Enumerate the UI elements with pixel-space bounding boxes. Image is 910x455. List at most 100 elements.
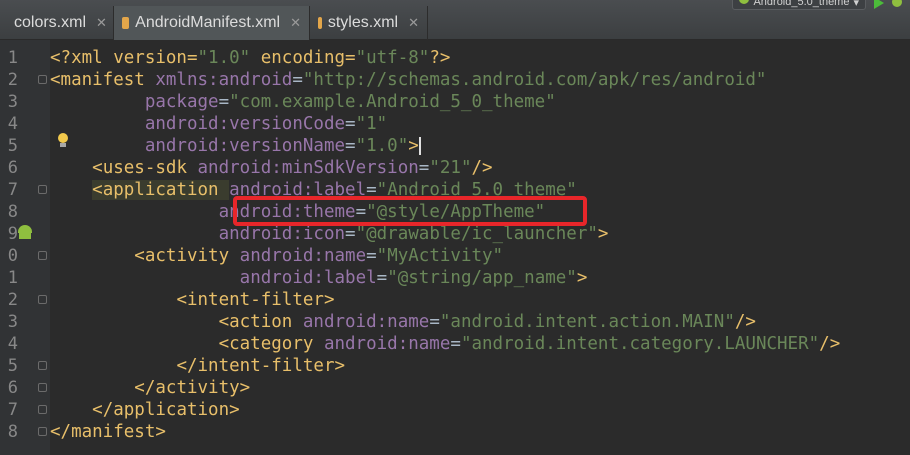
code-token: <uses-sdk <box>92 158 198 178</box>
code-line: </manifest> <box>50 421 910 443</box>
code-line: <uses-sdk android:minSdkVersion="21"/> <box>50 157 910 179</box>
run-toolbar: Android_5.0_theme ▾ <box>732 0 910 10</box>
line-number: 2 <box>7 290 18 310</box>
android-icon <box>739 0 750 4</box>
xml-file-icon <box>318 17 322 29</box>
code-token: android <box>218 70 293 90</box>
line-number: 8 <box>7 202 18 222</box>
code-token: "utf-8" <box>355 48 430 68</box>
code-token: :versionCode <box>218 114 346 134</box>
fold-marker-icon[interactable] <box>38 295 47 304</box>
code-token: /> <box>734 312 756 332</box>
code-token: package <box>144 92 219 112</box>
fold-marker-icon[interactable] <box>38 251 47 260</box>
code-line: android:versionCode="1" <box>50 113 910 135</box>
code-token: :minSdkVersion <box>271 158 419 178</box>
code-token: = <box>218 92 230 112</box>
code-token: > <box>408 136 419 156</box>
fold-marker-icon[interactable] <box>38 405 47 414</box>
run-config-label: Android_5.0_theme <box>753 0 850 8</box>
code-token: = <box>376 268 388 288</box>
code-token: "1.0" <box>355 136 409 156</box>
line-number: 5 <box>7 136 18 156</box>
code-token: /> <box>819 334 841 354</box>
highlight-annotation-box <box>233 196 587 226</box>
tab-label: colors.xml <box>14 14 87 31</box>
code-token: android <box>239 246 314 266</box>
fold-marker-icon[interactable] <box>38 361 47 370</box>
code-token: "1.0" <box>197 48 251 68</box>
code-token: </manifest> <box>50 422 166 442</box>
line-number: 3 <box>7 92 18 112</box>
code-token: ?> <box>429 48 451 68</box>
fold-marker-icon[interactable] <box>38 75 47 84</box>
code-token: "com.example.Android_5_0_theme" <box>229 92 556 112</box>
code-line: </intent-filter> <box>50 355 910 377</box>
line-number: 7 <box>7 180 18 200</box>
code-token: :versionName <box>218 136 346 156</box>
line-number: 5 <box>7 356 18 376</box>
code-token: android <box>144 114 219 134</box>
code-token: = <box>450 334 461 354</box>
close-icon[interactable]: ✕ <box>96 15 107 31</box>
code-token: "@string/app_name" <box>387 268 577 288</box>
code-line: <activity android:name="MyActivity" <box>50 245 910 267</box>
code-line: android:icon="@drawable/ic_launcher"> <box>50 223 910 245</box>
code-token: "@drawable/ic_launcher" <box>355 224 598 244</box>
line-number: 2 <box>7 70 18 90</box>
code-token: > <box>576 268 588 288</box>
code-token: :icon <box>292 224 346 244</box>
code-token: android <box>144 136 219 156</box>
tab-androidmanifest-xml[interactable]: AndroidManifest.xml ✕ <box>114 6 310 40</box>
code-token: <activity <box>134 246 240 266</box>
fold-marker-icon[interactable] <box>38 383 47 392</box>
tab-label: styles.xml <box>327 14 399 31</box>
xml-file-icon <box>122 17 130 29</box>
code-token: <intent-filter> <box>176 290 335 310</box>
code-token: :label <box>313 268 377 288</box>
tab-colors-xml[interactable]: colors.xml ✕ <box>0 6 114 40</box>
line-number: 0 <box>7 246 18 266</box>
line-number: 4 <box>7 334 18 354</box>
code-line: <category android:name="android.intent.c… <box>50 333 910 355</box>
code-token: xmlns: <box>155 70 219 90</box>
code-token: "21" <box>429 158 472 178</box>
code-token: <category <box>218 334 324 354</box>
debug-android-icon[interactable] <box>892 0 902 7</box>
fold-marker-icon[interactable] <box>38 427 47 436</box>
code-token: <application <box>92 180 230 200</box>
line-number: 1 <box>7 268 18 288</box>
code-token: = <box>345 224 356 244</box>
code-token: <?xml version= <box>50 48 198 68</box>
code-token: android <box>197 158 272 178</box>
tab-styles-xml[interactable]: styles.xml ✕ <box>310 6 428 40</box>
fold-marker-icon[interactable] <box>38 185 47 194</box>
code-token: android <box>302 312 377 332</box>
code-token: > <box>597 224 609 244</box>
code-token: "android.intent.category.LAUNCHER" <box>460 334 820 354</box>
close-icon[interactable]: ✕ <box>408 15 419 31</box>
line-number: 1 <box>7 48 18 68</box>
run-icon[interactable] <box>874 0 884 9</box>
line-number: 6 <box>7 158 18 178</box>
code-token: </application> <box>92 400 240 420</box>
code-line: android:versionName="1.0"> <box>50 135 910 157</box>
run-configuration-select[interactable]: Android_5.0_theme ▾ <box>732 0 866 10</box>
code-token: = <box>366 246 377 266</box>
code-token: = <box>345 114 356 134</box>
code-token: encoding= <box>250 48 356 68</box>
close-icon[interactable]: ✕ <box>290 15 301 31</box>
code-token: </intent-filter> <box>176 356 346 376</box>
code-token: "1" <box>355 114 388 134</box>
code-token: :name <box>397 334 451 354</box>
android-icon <box>18 225 32 239</box>
editor-tab-bar: colors.xml ✕ AndroidManifest.xml ✕ style… <box>0 0 910 40</box>
line-number: 4 <box>7 114 18 134</box>
line-number: 8 <box>7 422 18 442</box>
code-token: = <box>345 136 356 156</box>
line-numbers: 1 2 3 4 5 6 7 8 9 0 1 2 3 4 5 6 7 8 <box>0 47 22 443</box>
code-editor[interactable]: <?xml version="1.0" encoding="utf-8"?> <… <box>50 47 910 443</box>
code-line: </activity> <box>50 377 910 399</box>
text-caret <box>418 137 421 155</box>
code-token: :name <box>376 312 430 332</box>
